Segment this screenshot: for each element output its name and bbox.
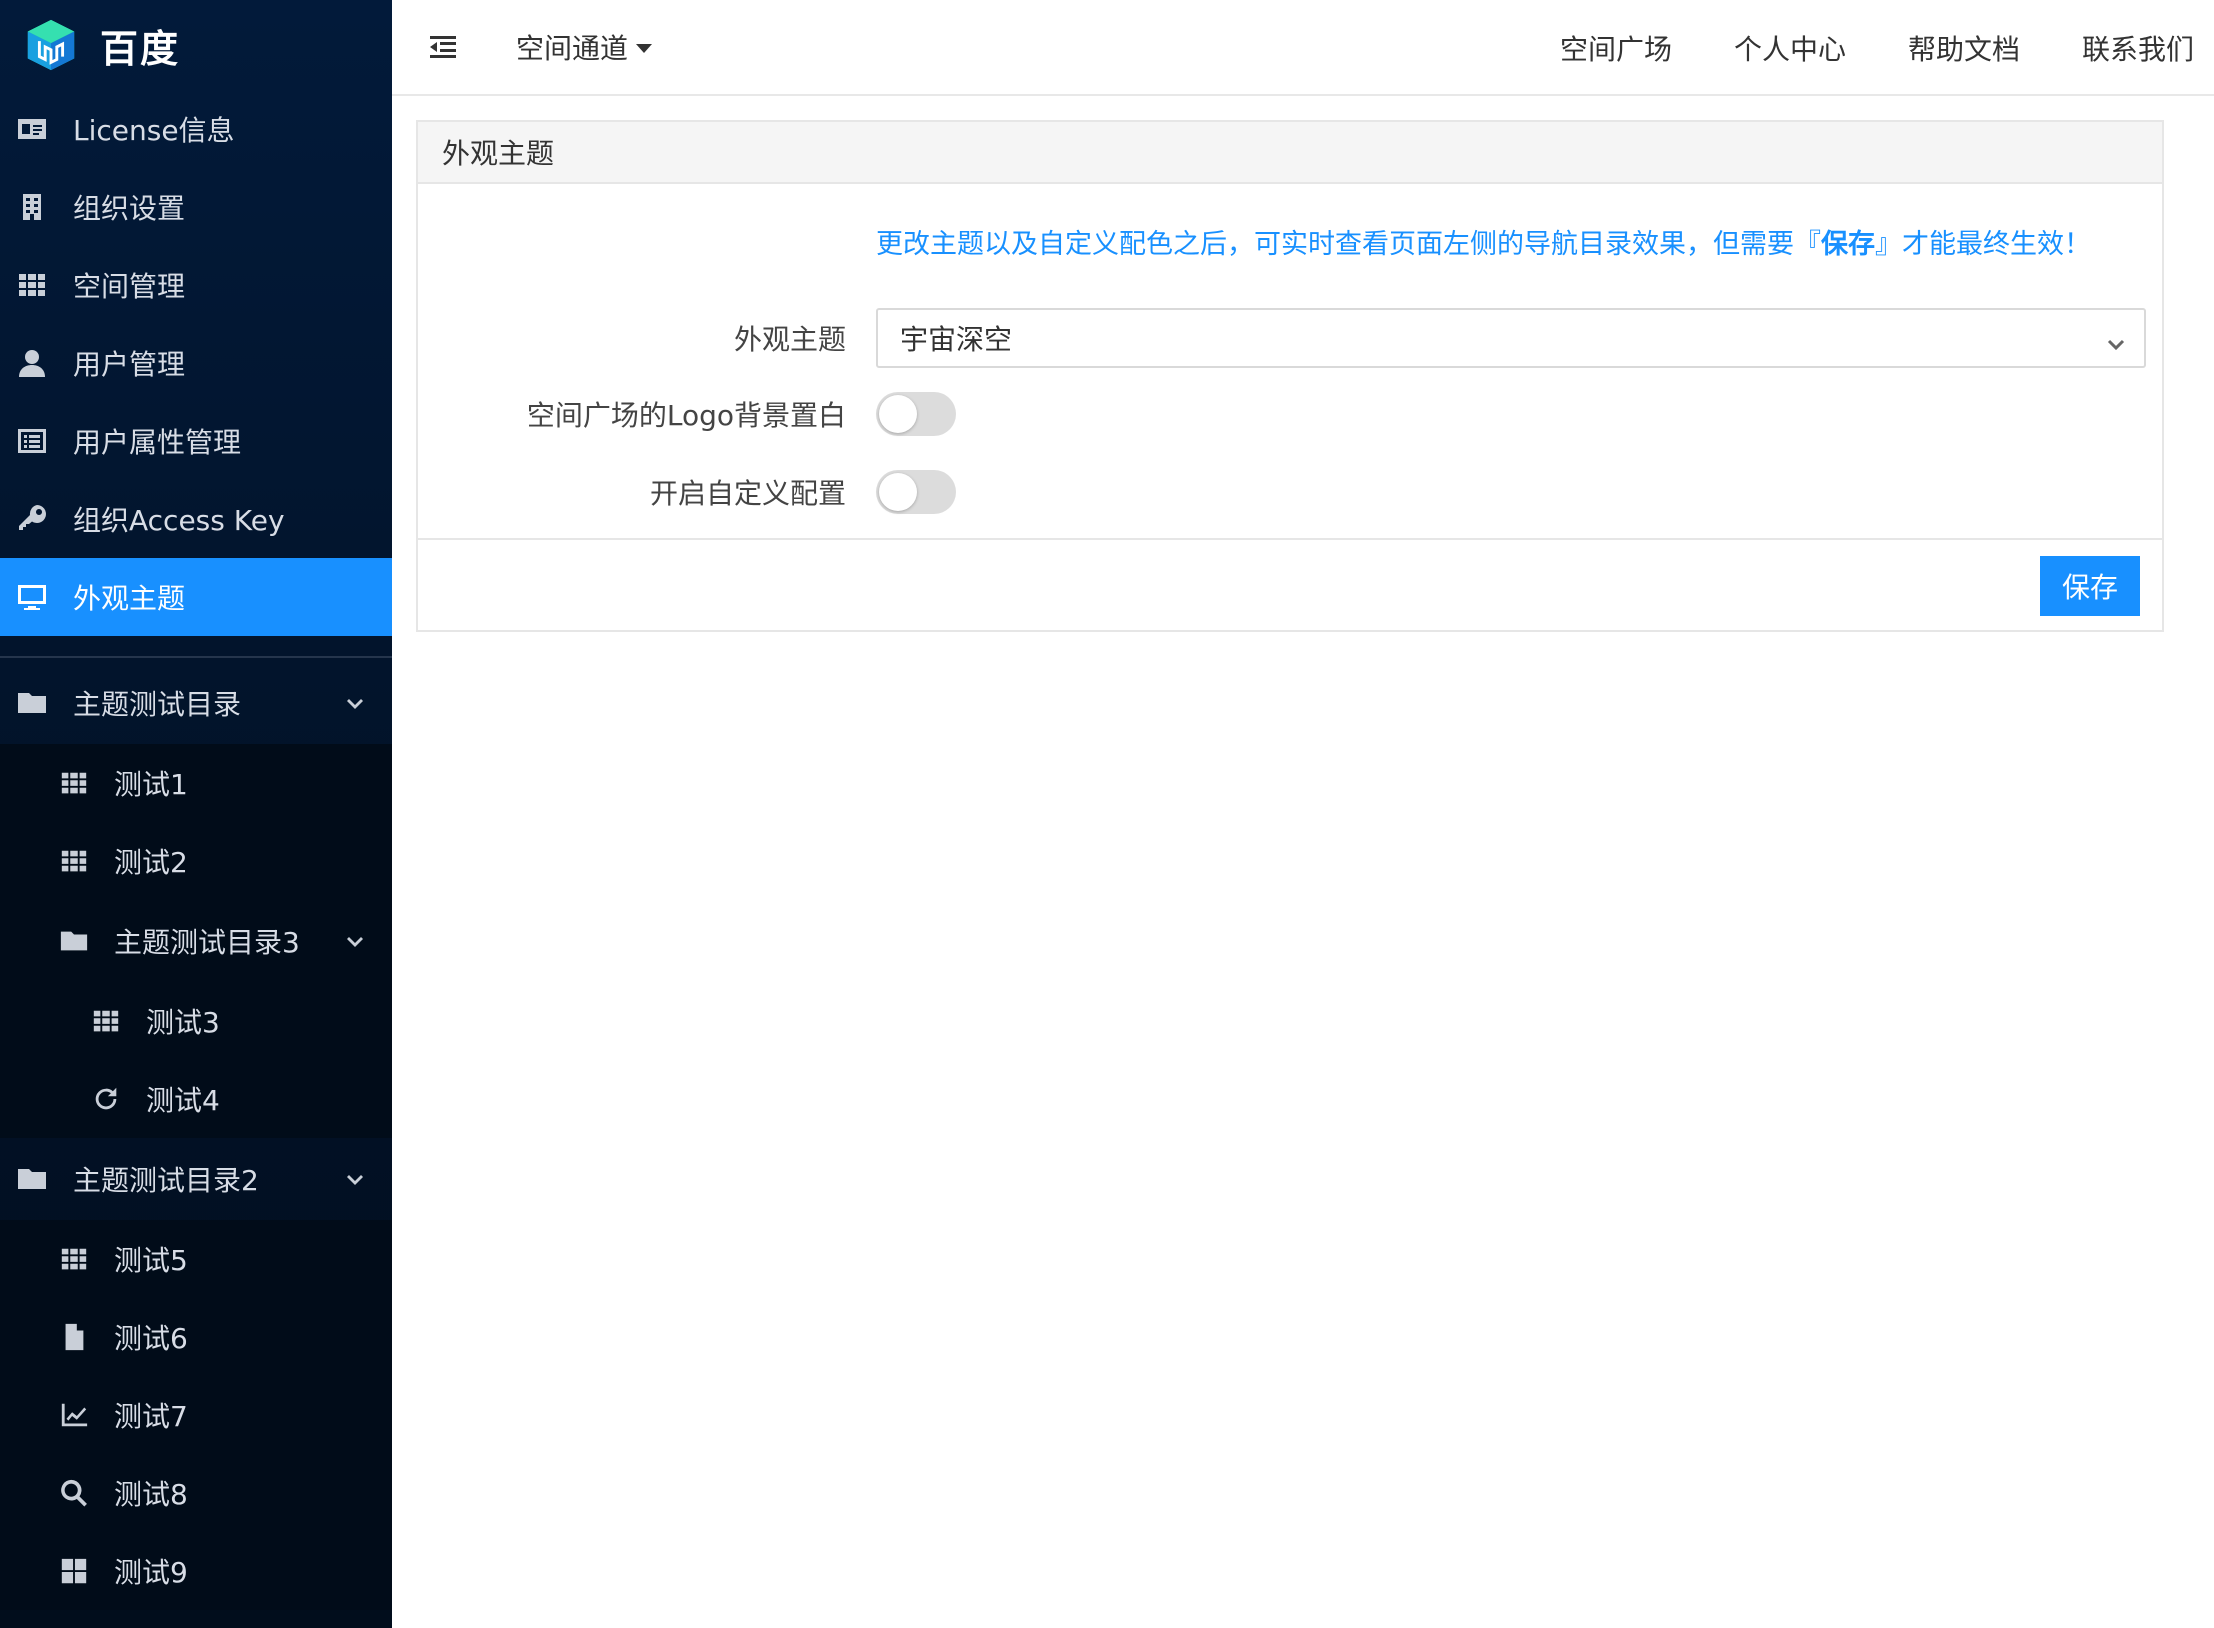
sidebar-item-label: 测试5 <box>114 1244 188 1277</box>
logo-icon <box>27 19 75 71</box>
folder-icon <box>58 925 90 957</box>
sidebar-group-label: 主题测试目录 <box>73 688 242 721</box>
theme-label: 外观主题 <box>733 323 846 356</box>
main-content: 外观主题 更改主题以及自定义配色之后，可实时查看页面左侧的导航目录效果，但需要『… <box>392 96 2214 1628</box>
sidebar-item-test2[interactable]: 测试2 <box>0 822 392 900</box>
list-icon <box>15 424 49 458</box>
sidebar-item-test9[interactable]: 测试9 <box>0 1532 392 1610</box>
sidebar-item-test1[interactable]: 测试1 <box>0 744 392 822</box>
sidebar-item-label: 测试2 <box>114 846 188 879</box>
sidebar-group-children: 测试1 测试2 主题测试目录3 测试3 测试4 <box>0 744 392 1138</box>
custom-config-label: 开启自定义配置 <box>649 477 846 510</box>
grid-icon <box>90 1005 122 1037</box>
notice-bold: 保存 <box>1821 229 1875 260</box>
chevron-down-icon <box>2106 328 2126 351</box>
custom-config-toggle[interactable] <box>876 470 956 514</box>
sidebar-group-label: 主题测试目录2 <box>73 1164 259 1197</box>
sidebar-item-label: 测试1 <box>114 768 188 801</box>
sidebar-item-license[interactable]: License信息 <box>0 90 392 168</box>
sidebar-group-theme-test2[interactable]: 主题测试目录2 <box>0 1138 392 1220</box>
caret-down-icon <box>636 43 653 53</box>
link-personal-center[interactable]: 个人中心 <box>1734 28 1846 68</box>
brand-name: 百度 <box>100 26 181 71</box>
top-links: 空间广场 个人中心 帮助文档 联系我们 <box>1498 0 2194 96</box>
notice-suffix: 』才能最终生效！ <box>1875 229 2091 260</box>
folder-icon <box>15 1162 49 1196</box>
theme-select-value: 宇宙深空 <box>900 323 1013 356</box>
toggle-knob <box>879 473 917 511</box>
save-button[interactable]: 保存 <box>2040 556 2140 616</box>
sidebar-item-test6[interactable]: 测试6 <box>0 1298 392 1376</box>
sidebar-divider <box>0 656 392 658</box>
sidebar: 百度 License信息 组织设置 空间管理 用户管理 用户属性管理 组织Acc… <box>0 0 392 1628</box>
sidebar-item-label: 外观主题 <box>73 582 186 615</box>
sidebar-item-label: 测试3 <box>146 1006 220 1039</box>
sidebar-subgroup-theme-test3[interactable]: 主题测试目录3 <box>0 900 392 982</box>
sidebar-item-label: 空间管理 <box>73 270 186 303</box>
refresh-icon <box>90 1083 122 1115</box>
sidebar-item-test5[interactable]: 测试5 <box>0 1220 392 1298</box>
logo-bg-toggle[interactable] <box>876 392 956 436</box>
sidebar-item-label: 用户管理 <box>73 348 186 381</box>
appearance-theme-panel: 外观主题 更改主题以及自定义配色之后，可实时查看页面左侧的导航目录效果，但需要『… <box>416 120 2164 632</box>
building-icon <box>15 190 49 224</box>
monitor-icon <box>15 580 49 614</box>
sidebar-item-label: License信息 <box>73 114 235 147</box>
sidebar-item-user-attributes[interactable]: 用户属性管理 <box>0 402 392 480</box>
save-notice: 更改主题以及自定义配色之后，可实时查看页面左侧的导航目录效果，但需要『保存』才能… <box>876 222 2091 261</box>
grid-icon <box>58 767 90 799</box>
key-icon <box>15 502 49 536</box>
link-help-docs[interactable]: 帮助文档 <box>1908 28 2020 68</box>
logo-bg-row: 空间广场的Logo背景置白 <box>418 392 2162 436</box>
sidebar-item-access-key[interactable]: 组织Access Key <box>0 480 392 558</box>
grid-icon <box>15 268 49 302</box>
sidebar-item-org-settings[interactable]: 组织设置 <box>0 168 392 246</box>
space-channel-dropdown[interactable]: 空间通道 <box>516 27 653 67</box>
chart-icon <box>58 1399 90 1431</box>
sidebar-item-label: 测试9 <box>114 1556 188 1589</box>
windows-icon <box>58 1555 90 1587</box>
sidebar-group-theme-test[interactable]: 主题测试目录 <box>0 662 392 744</box>
sidebar-item-user-management[interactable]: 用户管理 <box>0 324 392 402</box>
link-contact-us[interactable]: 联系我们 <box>2082 28 2194 68</box>
theme-row: 外观主题 宇宙深空 <box>418 308 2162 368</box>
sidebar-item-test7[interactable]: 测试7 <box>0 1376 392 1454</box>
space-channel-label: 空间通道 <box>516 32 629 65</box>
sidebar-group-children: 测试5 测试6 测试7 测试8 测试9 <box>0 1220 392 1610</box>
theme-select[interactable]: 宇宙深空 <box>876 308 2146 368</box>
chevron-down-icon[interactable] <box>344 1166 366 1188</box>
sidebar-item-label: 测试6 <box>114 1322 188 1355</box>
search-icon <box>58 1477 90 1509</box>
sidebar-item-appearance-theme[interactable]: 外观主题 <box>0 558 392 636</box>
sidebar-item-label: 测试8 <box>114 1478 188 1511</box>
chevron-down-icon[interactable] <box>344 928 366 950</box>
sidebar-item-test4[interactable]: 测试4 <box>0 1060 392 1138</box>
sidebar-item-test3[interactable]: 测试3 <box>0 982 392 1060</box>
user-icon <box>15 346 49 380</box>
toggle-knob <box>879 395 917 433</box>
collapse-sidebar-icon[interactable] <box>428 32 458 62</box>
top-header: 空间通道 空间广场 个人中心 帮助文档 联系我们 <box>392 0 2214 96</box>
sidebar-group-label: 主题测试目录3 <box>114 926 300 959</box>
file-icon <box>58 1321 90 1353</box>
id-card-icon <box>15 112 49 146</box>
chevron-down-icon[interactable] <box>344 690 366 712</box>
grid-icon <box>58 1243 90 1275</box>
sidebar-item-label: 测试7 <box>114 1400 188 1433</box>
panel-title: 外观主题 <box>418 122 2162 184</box>
folder-icon <box>15 686 49 720</box>
logo-bg-label: 空间广场的Logo背景置白 <box>526 399 846 432</box>
grid-icon <box>58 845 90 877</box>
link-space-square[interactable]: 空间广场 <box>1560 28 1672 68</box>
sidebar-item-space-management[interactable]: 空间管理 <box>0 246 392 324</box>
brand[interactable]: 百度 <box>0 0 392 90</box>
sidebar-item-label: 测试4 <box>146 1084 220 1117</box>
sidebar-item-label: 组织设置 <box>73 192 186 225</box>
sidebar-item-label: 用户属性管理 <box>73 426 242 459</box>
sidebar-item-label: 组织Access Key <box>73 504 285 537</box>
custom-config-row: 开启自定义配置 <box>418 470 2162 514</box>
notice-prefix: 更改主题以及自定义配色之后，可实时查看页面左侧的导航目录效果，但需要『 <box>876 229 1821 260</box>
sidebar-item-test8[interactable]: 测试8 <box>0 1454 392 1532</box>
panel-footer: 保存 <box>418 538 2162 632</box>
